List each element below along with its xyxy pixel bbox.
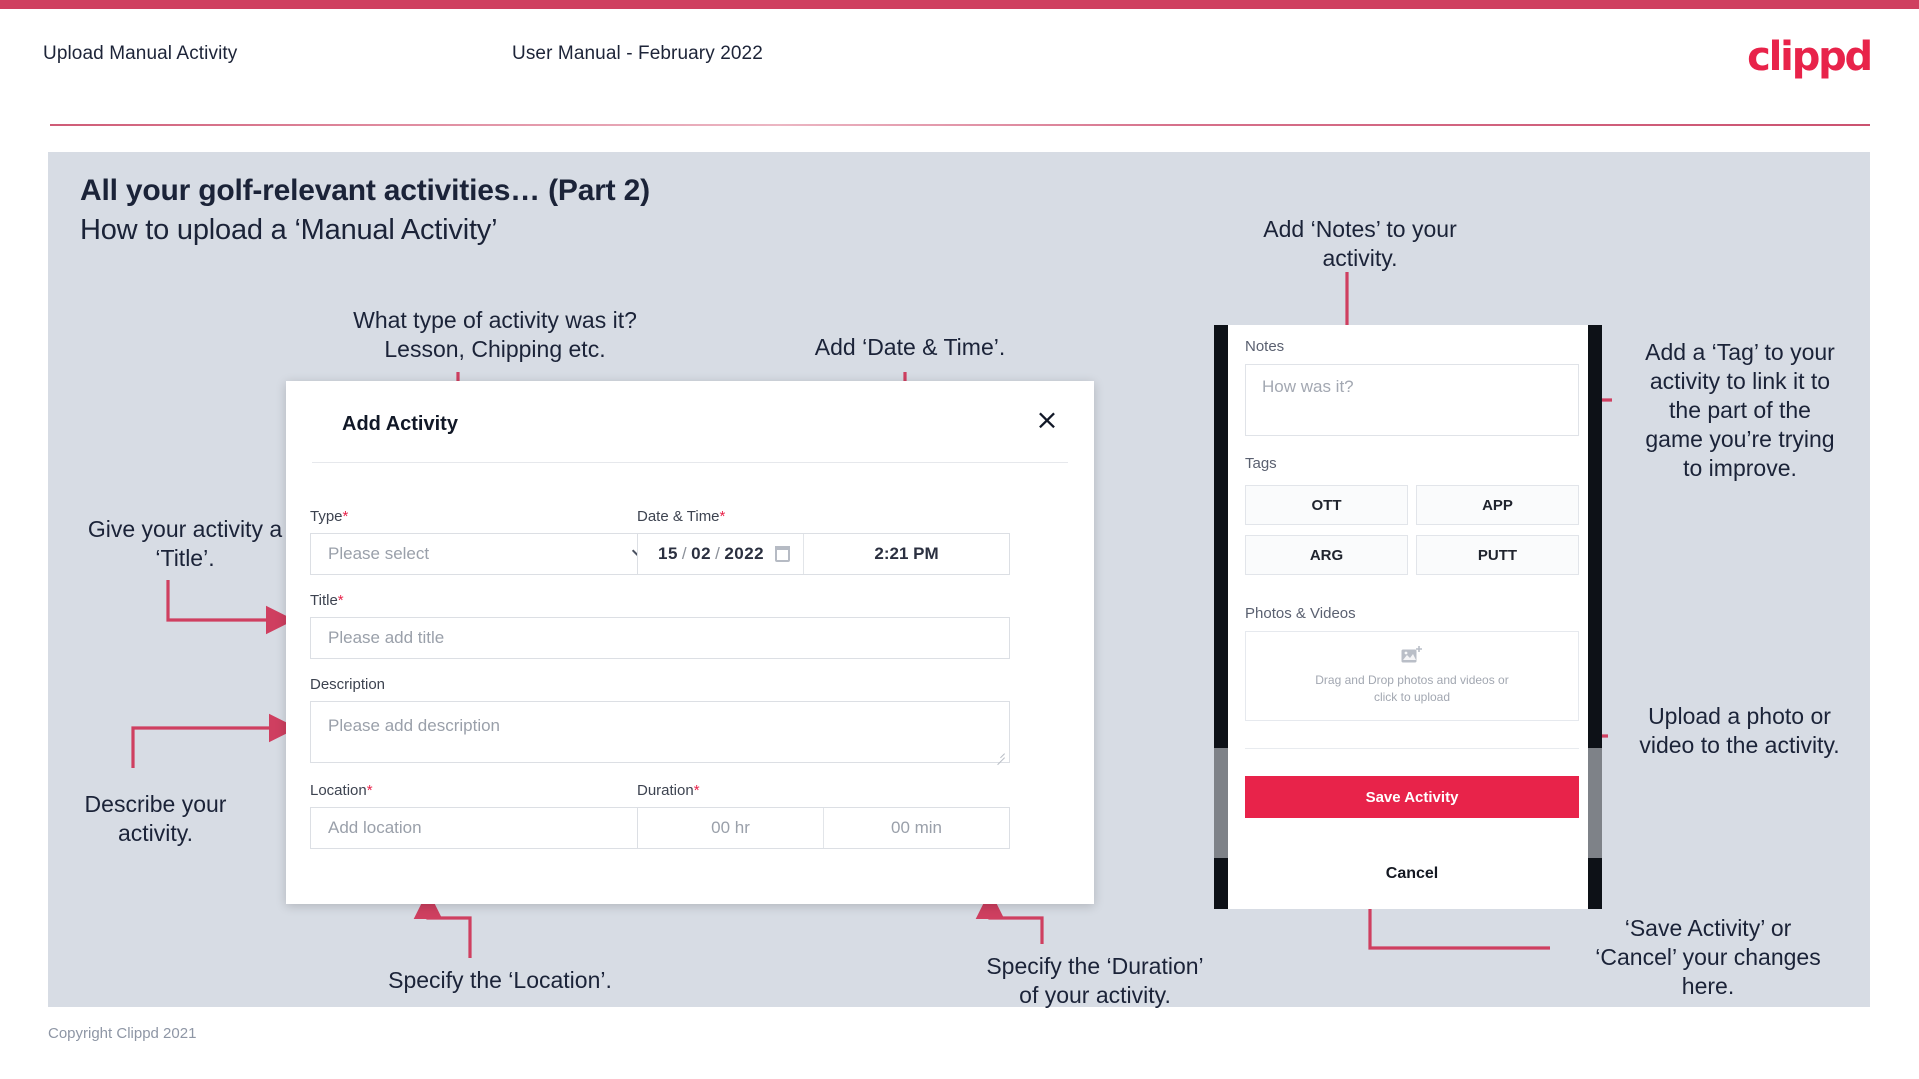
tag-button-putt[interactable]: PUTT <box>1416 535 1579 575</box>
mobile-photos-label: Photos & Videos <box>1245 605 1356 622</box>
datetime-label-text: Date & Time <box>637 508 720 525</box>
resize-handle-icon[interactable] <box>995 749 1005 759</box>
duration-field-group: 00 hr 00 min <box>637 807 1010 849</box>
clippd-logo: clippd <box>1747 34 1873 80</box>
description-label-text: Description <box>310 676 386 693</box>
phone-frame-accent-left <box>1214 748 1228 858</box>
calendar-icon[interactable] <box>775 546 790 562</box>
annotation-upload: Upload a photo or video to the activity. <box>1639 703 1840 758</box>
copyright-text: Copyright Clippd 2021 <box>48 1025 197 1042</box>
image-plus-icon <box>1401 646 1423 665</box>
header-left-title: Upload Manual Activity <box>43 43 238 64</box>
upload-hint-line2: click to upload <box>1373 690 1451 704</box>
dialog-divider <box>312 462 1068 463</box>
add-activity-dialog: Add Activity × Type* Please select Date … <box>286 381 1094 904</box>
title-label-text: Title <box>310 592 338 609</box>
mobile-tags-label: Tags <box>1245 455 1277 472</box>
annotation-location: Specify the ‘Location’. <box>388 967 612 993</box>
type-select[interactable]: Please select <box>310 533 660 575</box>
annotation-duration: Specify the ‘Duration’ of your activity. <box>986 953 1204 1008</box>
page-subtitle: How to upload a ‘Manual Activity’ <box>80 214 498 246</box>
slide-page: Upload Manual Activity User Manual - Feb… <box>0 0 1919 1079</box>
duration-hours-input[interactable]: 00 hr <box>638 808 823 848</box>
tag-button-app[interactable]: APP <box>1416 485 1579 525</box>
date-day: 15 <box>658 544 678 563</box>
type-label-text: Type <box>310 508 343 525</box>
description-placeholder: Please add description <box>328 716 501 735</box>
mobile-divider <box>1245 748 1579 749</box>
mobile-notes-label: Notes <box>1245 338 1285 355</box>
description-label: Description <box>310 676 385 693</box>
date-year: 2022 <box>724 544 765 563</box>
mobile-notes-textarea[interactable]: How was it? <box>1245 364 1579 436</box>
type-required-star: * <box>342 508 349 525</box>
location-input-placeholder: Add location <box>328 818 422 837</box>
title-required-star: * <box>337 592 344 609</box>
tag-button-ott[interactable]: OTT <box>1245 485 1408 525</box>
location-label-text: Location <box>310 782 367 799</box>
phone-frame-accent-right <box>1588 748 1602 858</box>
datetime-required-star: * <box>719 508 726 525</box>
time-input[interactable]: 2:21 PM <box>804 534 1009 574</box>
location-label: Location* <box>310 782 373 799</box>
type-label: Type* <box>310 508 348 525</box>
duration-minutes-input[interactable]: 00 min <box>824 808 1009 848</box>
annotation-title: Give your activity a ‘Title’. <box>87 516 283 571</box>
page-title: All your golf-relevant activities… (Part… <box>80 174 650 207</box>
photo-upload-dropzone[interactable]: Drag and Drop photos and videos or click… <box>1245 631 1579 721</box>
annotation-datetime: Add ‘Date & Time’. <box>814 334 1006 360</box>
mobile-notes-placeholder: How was it? <box>1262 377 1354 396</box>
annotation-type: What type of activity was it? Lesson, Ch… <box>353 307 637 362</box>
title-input-placeholder: Please add title <box>328 628 445 647</box>
close-icon[interactable]: × <box>1030 403 1064 437</box>
date-month: 02 <box>691 544 712 563</box>
type-select-placeholder: Please select <box>328 544 430 563</box>
date-slash-1: / <box>681 544 688 563</box>
header-divider <box>50 124 1870 126</box>
date-input[interactable]: 15 / 02 / 2022 <box>638 534 803 574</box>
tag-button-arg[interactable]: ARG <box>1245 535 1408 575</box>
header-center-title: User Manual - February 2022 <box>512 43 763 64</box>
dialog-title: Add Activity <box>342 413 458 435</box>
duration-required-star: * <box>693 782 700 799</box>
annotation-description: Describe your activity. <box>84 791 227 846</box>
top-accent-bar <box>0 0 1919 9</box>
location-required-star: * <box>366 782 373 799</box>
datetime-label: Date & Time* <box>637 508 725 525</box>
annotation-notes: Add ‘Notes’ to your activity. <box>1263 216 1457 271</box>
datetime-field-group: 15 / 02 / 2022 2:21 PM <box>637 533 1010 575</box>
duration-label-text: Duration <box>637 782 694 799</box>
annotation-tags: Add a ‘Tag’ to your activity to link it … <box>1645 339 1835 481</box>
duration-label: Duration* <box>637 782 700 799</box>
description-textarea[interactable]: Please add description <box>310 701 1010 763</box>
title-label: Title* <box>310 592 344 609</box>
save-activity-button[interactable]: Save Activity <box>1245 776 1579 818</box>
location-input[interactable]: Add location <box>310 807 660 849</box>
date-slash-2: / <box>715 544 721 563</box>
annotation-save-cancel: ‘Save Activity’ or ‘Cancel’ your changes… <box>1595 915 1821 999</box>
cancel-button[interactable]: Cancel <box>1245 862 1579 886</box>
upload-hint-line1: Drag and Drop photos and videos or <box>1315 673 1509 687</box>
title-input[interactable]: Please add title <box>310 617 1010 659</box>
